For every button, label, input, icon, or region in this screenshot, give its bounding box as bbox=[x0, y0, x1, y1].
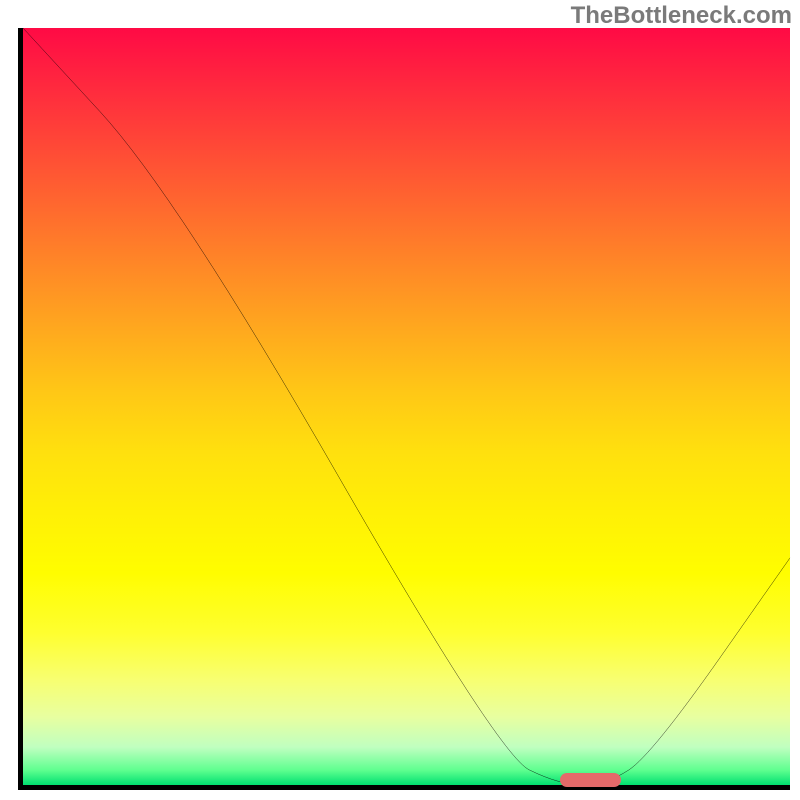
curve-path bbox=[23, 28, 790, 785]
plot-area bbox=[18, 28, 790, 790]
optimum-marker bbox=[560, 773, 621, 787]
bottleneck-curve-line bbox=[23, 28, 790, 785]
watermark-text: TheBottleneck.com bbox=[571, 2, 792, 30]
chart-container: TheBottleneck.com bbox=[0, 0, 800, 800]
